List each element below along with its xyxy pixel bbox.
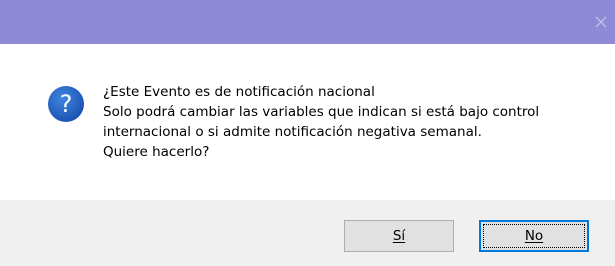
message-line: Quiere hacerlo? — [103, 144, 210, 160]
dialog-message: ¿Este Evento es de notificación nacional… — [103, 82, 603, 162]
message-line: Solo podrá cambiar las variables que ind… — [103, 104, 540, 120]
focus-ring — [483, 224, 585, 248]
dialog-footer: Sí No — [0, 200, 615, 266]
close-button[interactable] — [587, 8, 615, 36]
dialog-titlebar[interactable] — [0, 0, 615, 44]
question-mark: ? — [60, 90, 73, 118]
question-icon: ? — [48, 86, 84, 122]
dialog-body: ? ¿Este Evento es de notificación nacion… — [0, 44, 615, 200]
no-button[interactable]: No — [479, 220, 589, 252]
message-dialog: ? ¿Este Evento es de notificación nacion… — [0, 0, 615, 266]
message-line: internacional o si admite notificación n… — [103, 124, 482, 140]
yes-button[interactable]: Sí — [344, 220, 454, 252]
yes-button-label: Sí — [392, 228, 406, 244]
message-line: ¿Este Evento es de notificación nacional — [103, 84, 375, 100]
close-icon — [595, 16, 607, 28]
